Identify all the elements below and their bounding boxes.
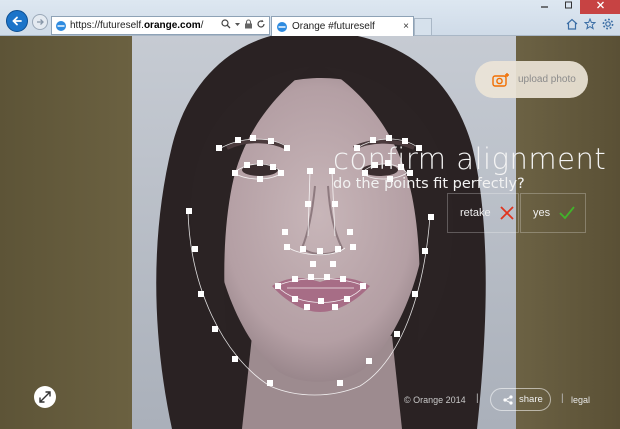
camera-icon: [492, 72, 509, 87]
share-button[interactable]: share: [490, 388, 551, 411]
retake-label: retake: [460, 207, 491, 219]
lock-icon[interactable]: [244, 19, 253, 29]
share-label: share: [519, 394, 543, 405]
window-controls: [532, 0, 620, 14]
browser-chrome: https://futureself.orange.com/ Orange #f…: [0, 0, 620, 36]
ie-page-icon: [56, 20, 66, 31]
page-subtitle: do the points fit perfectly?: [333, 176, 525, 192]
legal-link[interactable]: legal: [571, 395, 590, 405]
retake-button[interactable]: retake: [447, 193, 519, 233]
page-content: confirm alignment do the points fit perf…: [0, 36, 620, 429]
yes-label: yes: [533, 207, 551, 219]
upload-photo-button[interactable]: upload photo: [475, 61, 588, 98]
expand-icon: [39, 391, 51, 403]
search-icon[interactable]: [221, 19, 231, 29]
cross-icon: [499, 206, 514, 220]
tab-close-button[interactable]: ×: [403, 21, 409, 32]
forward-arrow-icon: [37, 19, 44, 25]
share-icon: [503, 394, 513, 405]
new-tab-button[interactable]: [414, 18, 432, 35]
back-button[interactable]: [6, 10, 28, 32]
browser-toolbar-icons: [566, 18, 614, 30]
favorites-star-icon[interactable]: [584, 18, 596, 30]
settings-gear-icon[interactable]: [602, 18, 614, 30]
fullscreen-button[interactable]: [34, 386, 56, 408]
checkmark-icon: [559, 206, 575, 220]
tab-favicon-icon: [277, 21, 287, 32]
close-window-button[interactable]: [580, 0, 620, 14]
tab-title: Orange #futureself: [292, 21, 375, 32]
footer-separator-2: |: [561, 393, 564, 404]
maximize-button[interactable]: [556, 0, 580, 14]
copyright-text: © Orange 2014: [404, 395, 466, 405]
footer-separator: |: [476, 393, 479, 404]
yes-button[interactable]: yes: [520, 193, 586, 233]
address-url: https://futureself.orange.com/: [70, 20, 204, 31]
tab-orange-futureself[interactable]: Orange #futureself ×: [271, 16, 414, 36]
upload-photo-label: upload photo: [518, 74, 576, 85]
address-tools: [221, 19, 266, 29]
close-icon: [596, 1, 604, 9]
forward-button[interactable]: [32, 14, 48, 30]
home-icon[interactable]: [566, 18, 578, 30]
refresh-icon[interactable]: [256, 19, 266, 29]
address-bar[interactable]: https://futureself.orange.com/: [51, 16, 270, 35]
page-title: confirm alignment: [333, 142, 607, 176]
minimize-icon: [540, 6, 548, 8]
minimize-button[interactable]: [532, 0, 556, 14]
back-arrow-icon: [12, 16, 22, 26]
left-panel: [0, 36, 132, 429]
dropdown-icon[interactable]: [234, 19, 241, 29]
maximize-icon: [564, 1, 572, 9]
